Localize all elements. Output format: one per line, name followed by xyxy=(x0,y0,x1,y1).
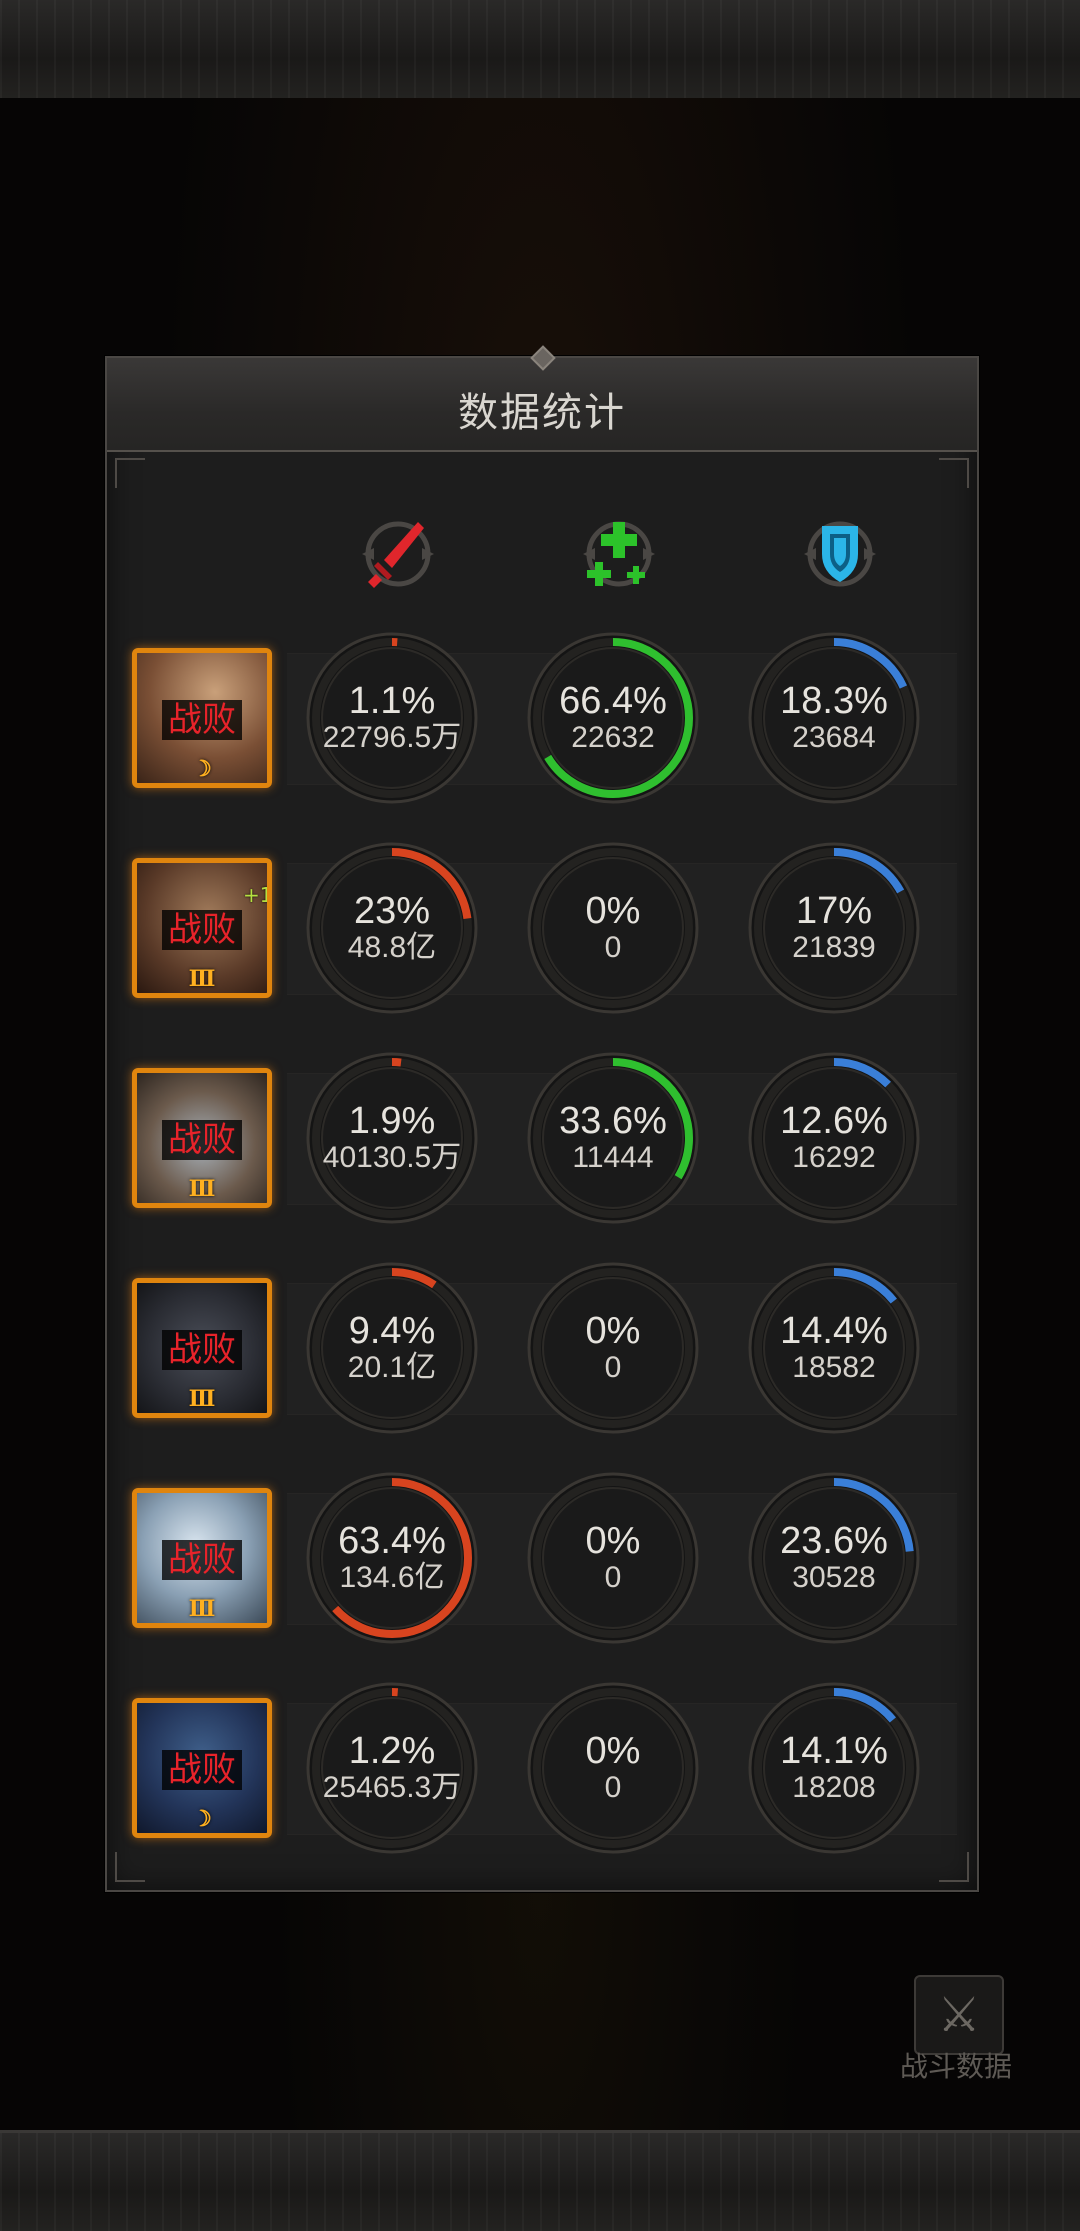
heal-percent: 33.6% xyxy=(559,1100,667,1142)
damage-percent: 1.9% xyxy=(348,1100,436,1142)
damage-ring-chart: 1.1% 22796.5万 xyxy=(305,631,479,805)
red-sword-icon xyxy=(362,521,434,588)
hero-stat-row: 战败 Ⅲ 9.4% 20.1亿 0% 0 14.4% 18582 xyxy=(107,1258,977,1438)
heal-value: 11444 xyxy=(572,1141,654,1174)
heal-value: 0 xyxy=(604,1771,622,1804)
taken-ring-chart: 14.1% 18208 xyxy=(747,1681,921,1855)
heal-ring-chart: 0% 0 xyxy=(526,1471,700,1645)
rank-numeral-badge: Ⅲ xyxy=(188,1386,216,1412)
taken-ring-chart: 17% 21839 xyxy=(747,841,921,1015)
heal-value: 0 xyxy=(604,931,622,964)
taken-ring-chart: 12.6% 16292 xyxy=(747,1051,921,1225)
defeat-status-label: 战败 xyxy=(168,910,236,950)
heal-percent: 0% xyxy=(585,890,641,932)
top-frame xyxy=(0,0,1080,101)
damage-percent: 9.4% xyxy=(348,1310,436,1352)
hero-stat-row: 战败 Ⅲ 63.4% 134.6亿 0% 0 23.6% 30528 xyxy=(107,1468,977,1648)
damage-ring-chart: 23% 48.8亿 xyxy=(305,841,479,1015)
taken-value: 23684 xyxy=(792,721,876,754)
heal-ring-chart: 66.4% 22632 xyxy=(526,631,700,805)
taken-ring-chart: 23.6% 30528 xyxy=(747,1471,921,1645)
taken-ring-chart: 14.4% 18582 xyxy=(747,1261,921,1435)
damage-value: 22796.5万 xyxy=(322,721,462,754)
heal-ring-chart: 0% 0 xyxy=(526,1261,700,1435)
taken-value: 18208 xyxy=(792,1771,876,1804)
defense-column-icon xyxy=(794,508,886,600)
heal-percent: 66.4% xyxy=(559,680,667,722)
taken-percent: 23.6% xyxy=(780,1520,888,1562)
damage-percent: 63.4% xyxy=(338,1520,446,1562)
corner-ornament xyxy=(115,458,145,488)
hero-stat-row: 战败 +1 Ⅲ 23% 48.8亿 0% 0 17% 21839 xyxy=(107,838,977,1018)
defeat-status-label: 战败 xyxy=(168,1540,236,1580)
damage-ring-chart: 9.4% 20.1亿 xyxy=(305,1261,479,1435)
damage-percent: 1.1% xyxy=(348,680,436,722)
damage-ring-chart: 1.9% 40130.5万 xyxy=(305,1051,479,1225)
damage-ring-chart: 63.4% 134.6亿 xyxy=(305,1471,479,1645)
heal-value: 22632 xyxy=(571,721,655,754)
damage-value: 40130.5万 xyxy=(322,1141,462,1174)
upgrade-plus-badge: +1 xyxy=(243,883,272,907)
rank-numeral-badge: Ⅲ xyxy=(188,1596,216,1622)
taken-value: 16292 xyxy=(792,1141,876,1174)
battle-data-icon: ⚔ xyxy=(914,1975,1004,2055)
damage-value: 20.1亿 xyxy=(347,1351,437,1384)
taken-percent: 18.3% xyxy=(780,680,888,722)
defeat-status-label: 战败 xyxy=(168,1120,236,1160)
taken-value: 30528 xyxy=(792,1561,876,1594)
hero-stat-row: 战败 ☽ 1.2% 25465.3万 0% 0 14.1% 18208 xyxy=(107,1678,977,1858)
damage-value: 25465.3万 xyxy=(322,1771,462,1804)
taken-value: 18582 xyxy=(792,1351,876,1384)
taken-percent: 14.4% xyxy=(780,1310,888,1352)
corner-ornament xyxy=(939,458,969,488)
damage-column-icon xyxy=(352,508,444,600)
defeat-status-label: 战败 xyxy=(168,1330,236,1370)
heal-value: 0 xyxy=(604,1351,622,1384)
hero-stat-row: 战败 ☽ 1.1% 22796.5万 66.4% 22632 18.3% 23684 xyxy=(107,628,977,808)
defeat-status-label: 战败 xyxy=(168,700,236,740)
stats-panel: 数据统计 战败 ☽ 1.1% 22796.5万 66.4% 22632 18.3… xyxy=(105,345,979,1892)
heal-percent: 0% xyxy=(585,1520,641,1562)
rank-numeral-badge: Ⅲ xyxy=(188,1176,216,1202)
heal-ring-chart: 0% 0 xyxy=(526,841,700,1015)
panel-header: 数据统计 xyxy=(107,345,977,452)
panel-title: 数据统计 xyxy=(458,390,626,436)
damage-percent: 1.2% xyxy=(348,1730,436,1772)
rank-numeral-badge: Ⅲ xyxy=(188,966,216,992)
heal-percent: 0% xyxy=(585,1310,641,1352)
taken-ring-chart: 18.3% 23684 xyxy=(747,631,921,805)
battle-data-label: 战斗数据 xyxy=(900,2050,1013,2083)
hero-stat-row: 战败 Ⅲ 1.9% 40130.5万 33.6% 11444 12.6% 16292 xyxy=(107,1048,977,1228)
heal-value: 0 xyxy=(604,1561,622,1594)
taken-percent: 14.1% xyxy=(780,1730,888,1772)
heal-ring-chart: 0% 0 xyxy=(526,1681,700,1855)
damage-ring-chart: 1.2% 25465.3万 xyxy=(305,1681,479,1855)
defeat-status-label: 战败 xyxy=(168,1750,236,1790)
damage-value: 134.6亿 xyxy=(339,1561,445,1594)
damage-percent: 23% xyxy=(353,890,431,932)
green-cross-icon xyxy=(583,521,655,587)
bottom-frame xyxy=(0,2130,1080,2231)
moon-rank-icon: ☽ xyxy=(192,1806,212,1832)
taken-percent: 17% xyxy=(795,890,873,932)
heal-percent: 0% xyxy=(585,1730,641,1772)
heal-column-icon xyxy=(573,508,665,600)
damage-value: 48.8亿 xyxy=(347,931,437,964)
heal-ring-chart: 33.6% 11444 xyxy=(526,1051,700,1225)
blue-shield-icon xyxy=(804,521,876,587)
taken-value: 21839 xyxy=(792,931,876,964)
moon-rank-icon: ☽ xyxy=(192,756,212,782)
taken-percent: 12.6% xyxy=(780,1100,888,1142)
